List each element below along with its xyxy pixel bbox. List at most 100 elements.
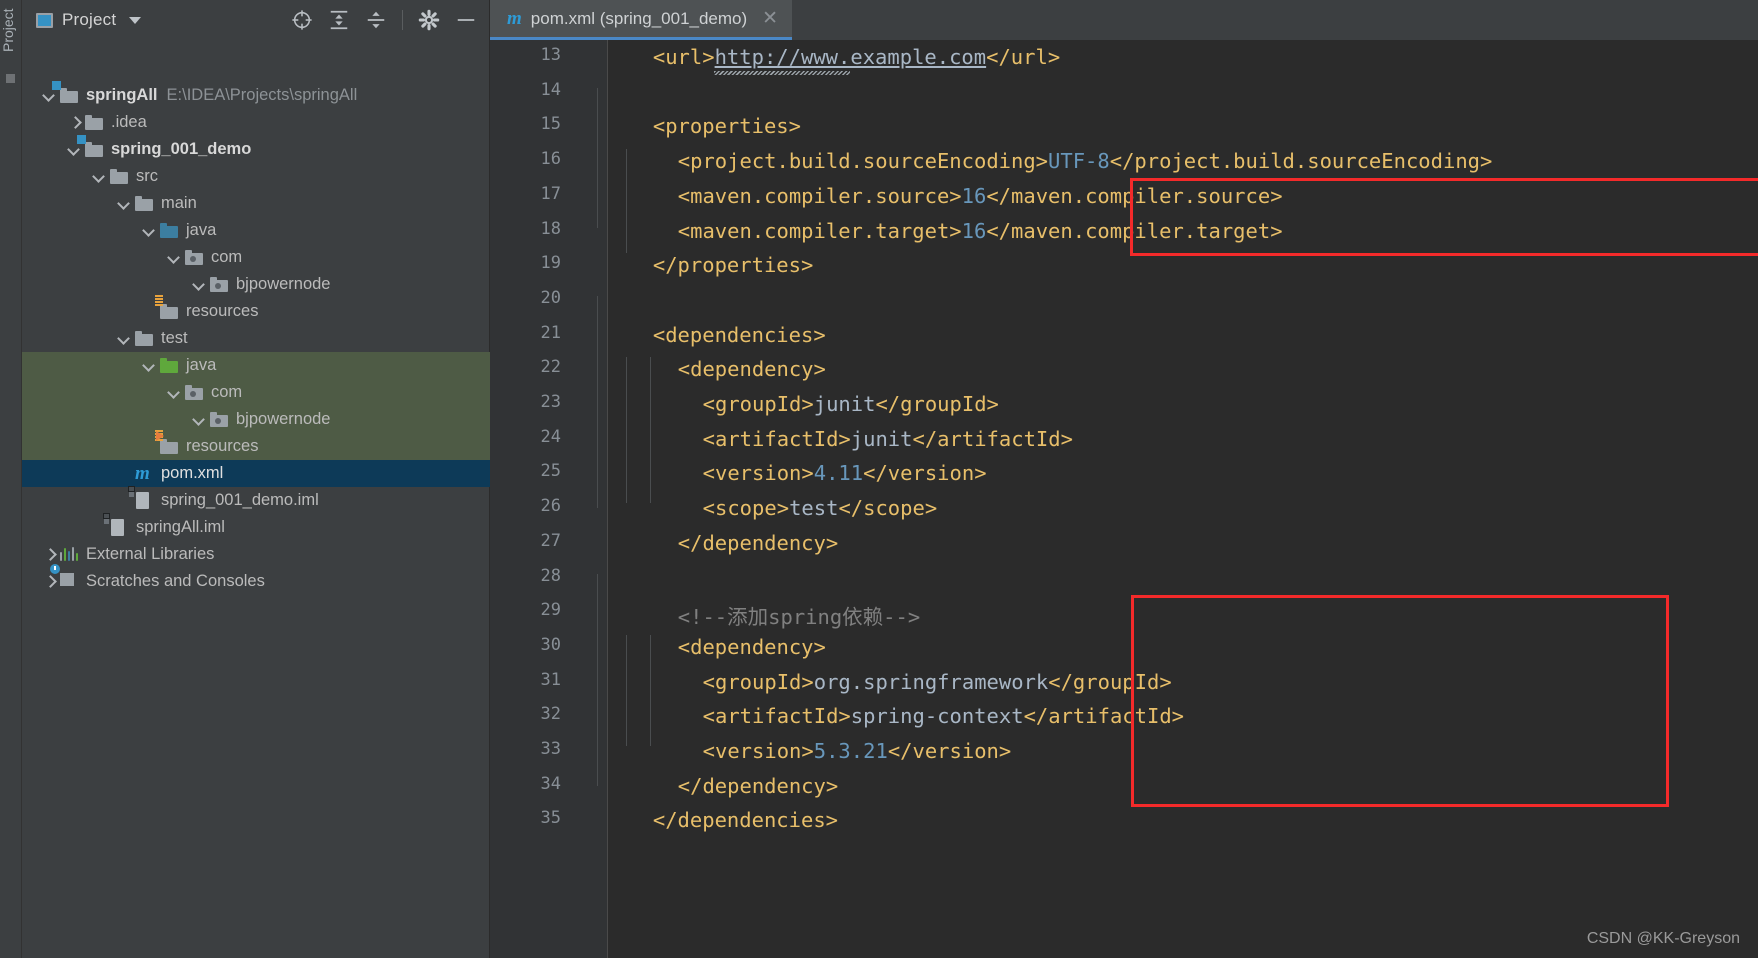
tree-item-label: java: [186, 221, 217, 239]
code-line[interactable]: </dependency>: [678, 531, 838, 555]
ide-window: Project Project springAll E:\IDEA\Projec…: [0, 0, 1758, 958]
watermark: CSDN @KK-Greyson: [1586, 930, 1740, 947]
tree-item-scratches-and-consoles[interactable]: Scratches and Consoles: [22, 564, 490, 595]
code-line[interactable]: <artifactId>junit</artifactId>: [703, 427, 1073, 451]
code-line[interactable]: <project.build.sourceEncoding>UTF-8</pro…: [678, 149, 1493, 173]
tree-expand-arrow-icon[interactable]: [42, 574, 58, 590]
chevron-down-icon[interactable]: [129, 16, 142, 24]
tree-item-java[interactable]: java: [22, 217, 490, 244]
code-token-num: 5.3.21: [813, 739, 888, 763]
code-token-t: <dependency>: [677, 357, 826, 382]
code-line[interactable]: <properties>: [653, 114, 801, 138]
indent-guide: [626, 357, 627, 504]
code-token-t: </dependency>: [677, 530, 839, 555]
line-number: 30: [540, 634, 561, 655]
line-number: 21: [540, 322, 561, 343]
tree-item-label: resources: [186, 437, 259, 455]
tree-item-label: test: [161, 329, 188, 347]
line-number: 23: [540, 392, 561, 412]
tree-expand-arrow-icon[interactable]: [167, 250, 183, 266]
tree-expand-arrow-icon[interactable]: [142, 223, 158, 239]
code-line[interactable]: <version>4.11</version>: [703, 461, 987, 485]
tree-item-resources[interactable]: resources: [22, 430, 490, 460]
code-line[interactable]: <artifactId>spring-context</artifactId>: [703, 704, 1184, 728]
code-line[interactable]: <maven.compiler.target>16</maven.compile…: [678, 219, 1283, 243]
tree-item-resources[interactable]: resources: [22, 295, 490, 325]
indent-guide: [650, 357, 651, 504]
code-line[interactable]: <dependency>: [678, 635, 826, 659]
stripe-project-label[interactable]: Project: [0, 0, 16, 52]
code-line[interactable]: <version>5.3.21</version>: [703, 739, 1012, 763]
tree-item-main[interactable]: main: [22, 190, 490, 217]
tree-item-label: com: [211, 248, 243, 266]
code-token-t: </maven.compiler.source>: [986, 183, 1283, 208]
tree-item-label: bjpowernode: [236, 410, 331, 428]
tree-item-com[interactable]: com: [22, 379, 490, 406]
tree-item-spring-001-demo-iml[interactable]: spring_001_demo.iml: [22, 486, 490, 514]
code-line[interactable]: <dependency>: [678, 357, 826, 381]
fold-region-line: [597, 295, 598, 509]
tree-item-springall-iml[interactable]: springAll.iml: [22, 513, 490, 541]
tree-item-label: resources: [186, 302, 259, 320]
tree-item-bjpowernode[interactable]: bjpowernode: [22, 271, 490, 298]
tree-item-java[interactable]: java: [22, 352, 490, 379]
tree-expand-arrow-icon[interactable]: [42, 547, 58, 563]
line-number: 32: [540, 704, 561, 725]
code-token-t: </dependencies>: [652, 808, 839, 833]
tree-expand-arrow-icon[interactable]: [192, 412, 208, 428]
fold-gutter[interactable]: [575, 40, 682, 958]
code-token-t: </version>: [863, 461, 987, 486]
external-libraries-icon: [60, 546, 79, 561]
code-line[interactable]: </dependency>: [678, 774, 838, 798]
code-token-t: </url>: [986, 45, 1061, 69]
tree-item-springall[interactable]: springAll E:\IDEA\Projects\springAll: [22, 81, 490, 109]
line-number: 22: [540, 357, 561, 378]
tree-expand-arrow-icon[interactable]: [142, 358, 158, 374]
tree-item-src[interactable]: src: [22, 163, 490, 190]
code-line[interactable]: <groupId>junit</groupId>: [703, 392, 999, 416]
minimize-icon[interactable]: [455, 9, 477, 31]
tree-item-external-libraries[interactable]: External Libraries: [22, 541, 490, 568]
code-token-t: <project.build.sourceEncoding>: [677, 149, 1049, 174]
code-line[interactable]: <maven.compiler.source>16</maven.compile…: [678, 184, 1283, 208]
editor-tab-pom-xml[interactable]: m pom.xml (spring_001_demo) ✕: [490, 0, 793, 40]
code-token-cm: <!--添加spring依赖-->: [677, 605, 921, 630]
tree-expand-arrow-icon[interactable]: [167, 385, 183, 401]
code-line[interactable]: </dependencies>: [653, 808, 838, 832]
line-number: 20: [540, 287, 561, 308]
tree-item-bjpowernode[interactable]: bjpowernode: [22, 406, 490, 433]
code-token-num: 4.11: [813, 461, 864, 486]
line-number: 33: [540, 739, 561, 759]
code-line[interactable]: </properties>: [653, 253, 813, 277]
tree-item-test[interactable]: test: [22, 325, 490, 352]
code-line[interactable]: <!--添加spring依赖-->: [678, 600, 920, 630]
tree-expand-arrow-icon[interactable]: [117, 331, 133, 347]
tree-item-spring-001-demo[interactable]: spring_001_demo: [22, 135, 490, 163]
line-number: 25: [540, 461, 561, 482]
code-line[interactable]: <url>http://www.example.com</url>: [653, 45, 1060, 69]
tree-expand-arrow-icon[interactable]: [67, 115, 83, 131]
tree-expand-arrow-icon[interactable]: [192, 277, 208, 293]
code-viewport[interactable]: 13 14 15 16 17 18 19 20 21 22 23 24 25 26 27 28 29 30 31 32…: [490, 40, 1758, 958]
indent-guide: [650, 634, 651, 746]
tree-expand-arrow-icon[interactable]: [117, 196, 133, 212]
locate-target-icon[interactable]: [291, 9, 313, 31]
close-icon[interactable]: ✕: [762, 7, 778, 30]
project-tree[interactable]: springAll E:\IDEA\Projects\springAll .idea…: [22, 40, 490, 590]
code-token-t: <url>: [652, 45, 715, 69]
code-line[interactable]: <groupId>org.springframework</groupId>: [703, 670, 1172, 694]
panel-title: Project: [62, 10, 117, 29]
code-content[interactable]: <url>http://www.example.com</url> <proper…: [608, 40, 1758, 958]
collapse-all-icon[interactable]: [365, 9, 387, 31]
expand-all-icon[interactable]: [328, 9, 350, 31]
code-line[interactable]: <dependencies>: [653, 323, 826, 347]
tree-item-label: springAll: [86, 86, 158, 104]
code-line[interactable]: <scope>test</scope>: [703, 496, 938, 520]
tree-expand-arrow-icon[interactable]: [92, 169, 108, 185]
code-token-t: <maven.compiler.source>: [677, 183, 962, 208]
gear-icon[interactable]: [418, 9, 440, 31]
project-module-icon: [36, 12, 53, 28]
tree-item-com[interactable]: com: [22, 244, 490, 271]
tree-item-pom-xml[interactable]: m pom.xml: [22, 460, 490, 487]
tree-item-idea[interactable]: .idea: [22, 109, 490, 136]
